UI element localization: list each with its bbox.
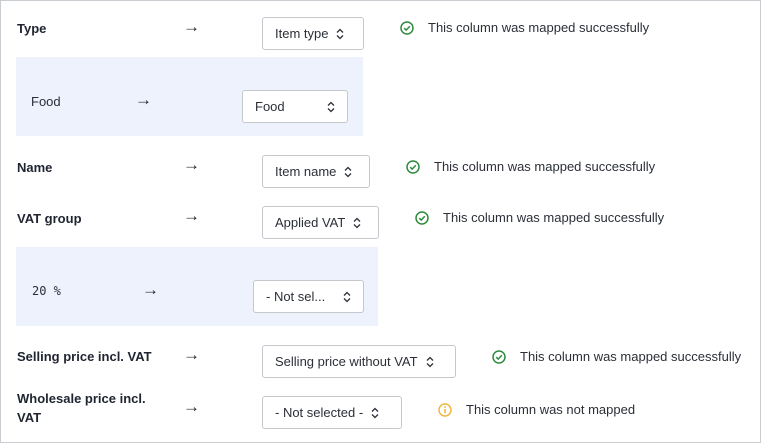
info-circle-icon bbox=[438, 402, 452, 417]
status-type: This column was mapped successfully bbox=[400, 20, 649, 35]
status-selling-price: This column was mapped successfully bbox=[492, 349, 741, 364]
field-label-type: Type bbox=[17, 21, 47, 36]
chevron-up-down-icon bbox=[344, 166, 352, 177]
chevron-up-down-icon bbox=[371, 407, 379, 418]
arrow-icon: → bbox=[183, 17, 200, 36]
vat-group-mapping-select[interactable]: Applied VAT bbox=[262, 206, 379, 239]
select-value: Selling price without VAT bbox=[275, 354, 418, 369]
value-mapping-panel-vat: 20 % → - Not sel... bbox=[16, 247, 378, 326]
arrow-icon: → bbox=[183, 397, 200, 416]
status-wholesale-price: This column was not mapped bbox=[438, 402, 635, 417]
chevron-up-down-icon bbox=[426, 356, 434, 367]
arrow-icon: → bbox=[135, 90, 152, 109]
field-label-name: Name bbox=[17, 160, 53, 175]
check-circle-icon bbox=[492, 349, 506, 364]
status-text: This column was mapped successfully bbox=[443, 210, 665, 225]
select-value: Applied VAT bbox=[275, 215, 346, 230]
chevron-up-down-icon bbox=[327, 101, 335, 112]
type-mapping-select[interactable]: Item type bbox=[262, 17, 364, 50]
wholesale-price-mapping-select[interactable]: - Not selected - bbox=[262, 396, 402, 429]
select-value: Item type bbox=[275, 26, 329, 41]
food-value-select[interactable]: Food bbox=[242, 90, 348, 123]
arrow-icon: → bbox=[142, 280, 159, 299]
status-text: This column was mapped successfully bbox=[520, 349, 742, 364]
arrow-icon: → bbox=[183, 155, 200, 174]
select-value: - Not selected - bbox=[275, 405, 364, 420]
vat-value-select[interactable]: - Not sel... bbox=[253, 280, 364, 313]
name-mapping-select[interactable]: Item name bbox=[262, 155, 370, 188]
select-value: - Not sel... bbox=[266, 289, 326, 304]
source-value-food: Food bbox=[31, 94, 61, 109]
chevron-up-down-icon bbox=[353, 217, 361, 228]
status-text: This column was mapped successfully bbox=[428, 20, 650, 35]
status-vat-group: This column was mapped successfully bbox=[415, 210, 664, 225]
check-circle-icon bbox=[415, 210, 429, 225]
status-name: This column was mapped successfully bbox=[406, 159, 655, 174]
selling-price-mapping-select[interactable]: Selling price without VAT bbox=[262, 345, 456, 378]
arrow-icon: → bbox=[183, 206, 200, 225]
value-mapping-panel-type: Food → Food bbox=[16, 57, 363, 136]
status-text: This column was not mapped bbox=[466, 402, 636, 417]
field-label-wholesale-price: Wholesale price incl. VAT bbox=[17, 389, 146, 427]
field-label-line-2: VAT bbox=[17, 410, 42, 425]
column-mapping-panel: Type → Item type This column was mapped … bbox=[0, 0, 761, 443]
status-text: This column was mapped successfully bbox=[434, 159, 656, 174]
chevron-up-down-icon bbox=[337, 28, 344, 39]
field-label-line-1: Wholesale price incl. bbox=[17, 391, 146, 406]
select-value: Item name bbox=[275, 164, 337, 179]
check-circle-icon bbox=[400, 20, 414, 35]
arrow-icon: → bbox=[183, 345, 200, 364]
chevron-up-down-icon bbox=[343, 291, 351, 302]
select-value: Food bbox=[255, 99, 285, 114]
source-value-20-percent: 20 % bbox=[32, 284, 61, 298]
check-circle-icon bbox=[406, 159, 420, 174]
field-label-selling-price: Selling price incl. VAT bbox=[17, 349, 152, 364]
field-label-vat-group: VAT group bbox=[17, 211, 82, 226]
